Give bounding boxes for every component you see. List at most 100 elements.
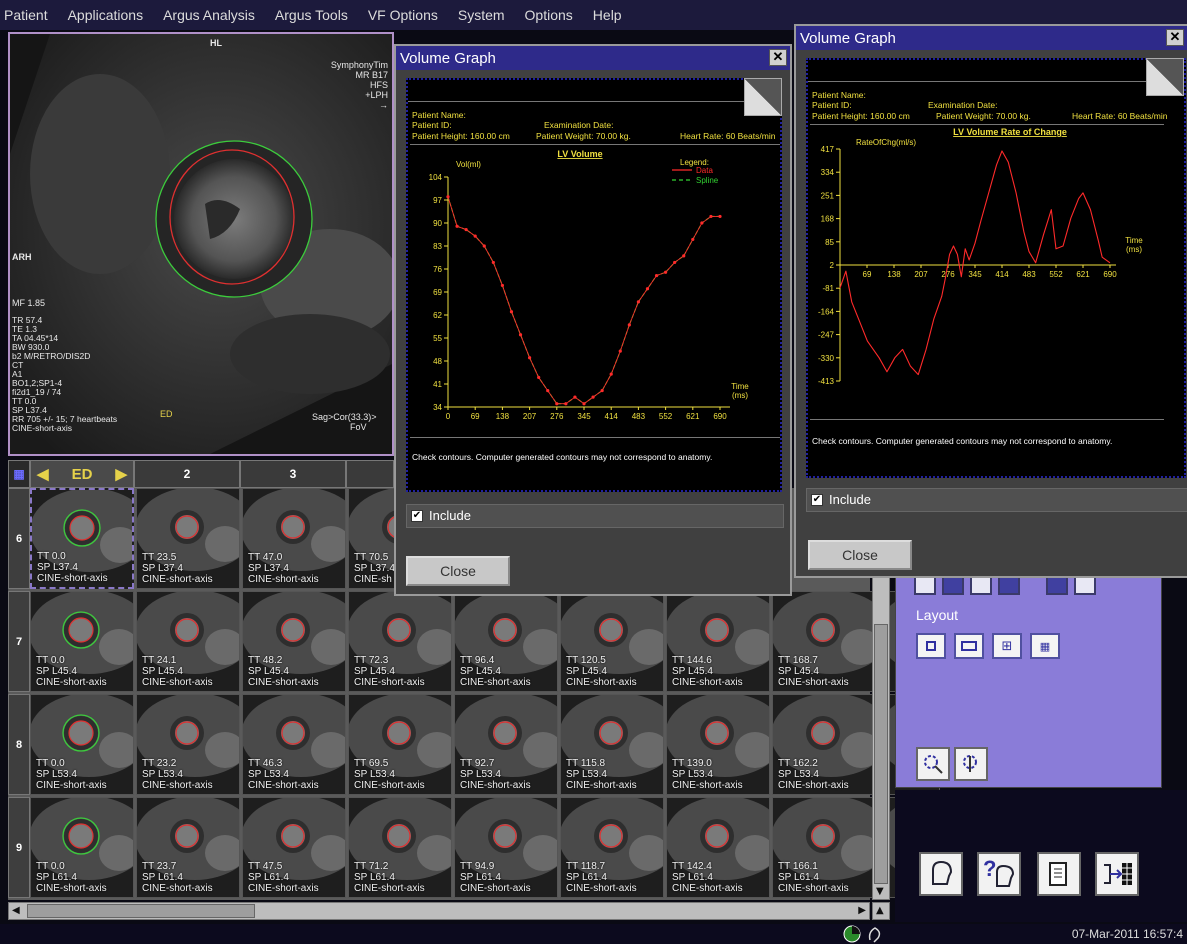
thumbnail-r8-c7[interactable]: TT 139.0 SP L53.4 CINE-short-axis bbox=[666, 694, 770, 795]
chart2-ylabel: RateOfChg(ml/s) bbox=[856, 138, 916, 147]
dialog-1-title-bar[interactable]: Volume Graph ✕ bbox=[396, 46, 790, 70]
thumbnail-r7-c8[interactable]: TT 168.7 SP L45.4 CINE-short-axis bbox=[772, 591, 876, 692]
menu-item-patient[interactable]: Patient bbox=[4, 7, 48, 23]
thumbnail-r7-c5[interactable]: TT 96.4 SP L45.4 CINE-short-axis bbox=[454, 591, 558, 692]
scroll-left-icon[interactable]: ◀ bbox=[12, 905, 20, 916]
thumbnail-r9-c1[interactable]: TT 0.0 SP L61.4 CINE-short-axis bbox=[30, 797, 134, 898]
menu-item-help[interactable]: Help bbox=[593, 7, 622, 23]
column-header-4[interactable] bbox=[346, 460, 394, 488]
dialog-1-close-button[interactable]: Close bbox=[406, 556, 510, 586]
menu-item-system[interactable]: System bbox=[458, 7, 505, 23]
report-button[interactable] bbox=[1037, 852, 1081, 896]
dialog-1-include-checkbox[interactable]: ✔ bbox=[411, 510, 423, 522]
thumbnail-r9-c8[interactable]: TT 166.1 SP L61.4 CINE-short-axis bbox=[772, 797, 876, 898]
scroll-up-small-icon[interactable]: ▲ bbox=[876, 905, 884, 916]
thumbnail-r7-c2[interactable]: TT 24.1 SP L45.4 CINE-short-axis bbox=[136, 591, 240, 692]
row-label-9[interactable]: 9 bbox=[8, 797, 30, 898]
row-label-6[interactable]: 6 bbox=[8, 488, 30, 589]
thumbnail-r6-c2[interactable]: TT 23.5 SP L37.4 CINE-short-axis bbox=[136, 488, 240, 589]
layout-2x2-button[interactable]: ⊞ bbox=[992, 633, 1022, 659]
menu-item-applications[interactable]: Applications bbox=[68, 7, 144, 23]
thumbnail-r9-c7[interactable]: TT 142.4 SP L61.4 CINE-short-axis bbox=[666, 797, 770, 898]
thumbnail-r7-c6[interactable]: TT 120.5 SP L45.4 CINE-short-axis bbox=[560, 591, 664, 692]
contour-tool-button[interactable] bbox=[916, 747, 950, 781]
contour-edit-button[interactable] bbox=[954, 747, 988, 781]
phase-selector[interactable]: ◀ ED ▶ bbox=[30, 460, 134, 488]
scroll-right-icon[interactable]: ▶ bbox=[858, 905, 866, 916]
thumbnail-r6-c1[interactable]: TT 0.0 SP L37.4 CINE-short-axis bbox=[30, 488, 134, 589]
thumbnail-r8-c2[interactable]: TT 23.2 SP L53.4 CINE-short-axis bbox=[136, 694, 240, 795]
chart1-ytick-label: 34 bbox=[433, 403, 442, 412]
dialog-2-close-button[interactable]: Close bbox=[808, 540, 912, 570]
grid-icon[interactable]: ▦ bbox=[8, 460, 30, 488]
dialog-2-include-row[interactable]: ✔ Include bbox=[806, 488, 1187, 512]
dialog-2-include-checkbox[interactable]: ✔ bbox=[811, 494, 823, 506]
scroll-down-icon[interactable]: ▼ bbox=[876, 886, 884, 897]
layout-1x1-button[interactable] bbox=[916, 633, 946, 659]
thumbnail-label: TT 70.5 SP L37.4 CINE-sh bbox=[354, 552, 395, 585]
dialog-2-report-header bbox=[808, 60, 1148, 82]
next-arrow-icon[interactable]: ▶ bbox=[115, 465, 127, 483]
prev-arrow-icon[interactable]: ◀ bbox=[37, 465, 49, 483]
thumbnail-r9-c4[interactable]: TT 71.2 SP L61.4 CINE-short-axis bbox=[348, 797, 452, 898]
column-header-2[interactable]: 2 bbox=[134, 460, 240, 488]
thumbnail-label: TT 24.1 SP L45.4 CINE-short-axis bbox=[142, 655, 213, 688]
layout-1x2-button[interactable] bbox=[954, 633, 984, 659]
menu-item-options[interactable]: Options bbox=[525, 7, 573, 23]
chart1-data-point bbox=[654, 273, 659, 278]
menu-item-vf-options[interactable]: VF Options bbox=[368, 7, 438, 23]
dialog-1-close-icon[interactable]: ✕ bbox=[769, 49, 787, 66]
row-label-7[interactable]: 7 bbox=[8, 591, 30, 692]
chart1-ytick-label: 48 bbox=[433, 357, 442, 366]
status-datetime: 07-Mar-2011 16:57:4 bbox=[1071, 927, 1183, 941]
help-button[interactable]: ? bbox=[977, 852, 1021, 896]
thumbnail-r8-c3[interactable]: TT 46.3 SP L53.4 CINE-short-axis bbox=[242, 694, 346, 795]
chart1-data-point bbox=[546, 388, 550, 393]
chart1-data-point bbox=[573, 395, 577, 399]
export-button[interactable] bbox=[1095, 852, 1139, 896]
menu-item-argus-tools[interactable]: Argus Tools bbox=[275, 7, 348, 23]
row-label-8[interactable]: 8 bbox=[8, 694, 30, 795]
layout-2x4-button[interactable]: ▦ bbox=[1030, 633, 1060, 659]
thumbnail-r8-c1[interactable]: TT 0.0 SP L53.4 CINE-short-axis bbox=[30, 694, 134, 795]
horizontal-scrollbar[interactable]: ◀ ▶ bbox=[8, 902, 870, 920]
chart1-ytick-label: 90 bbox=[433, 219, 442, 228]
menu-item-argus-analysis[interactable]: Argus Analysis bbox=[163, 7, 255, 23]
thumbnail-label: TT 115.8 SP L53.4 CINE-short-axis bbox=[566, 758, 637, 791]
column-header-3[interactable]: 3 bbox=[240, 460, 346, 488]
thumbnail-label: TT 162.2 SP L53.4 CINE-short-axis bbox=[778, 758, 849, 791]
thumbnail-r9-c5[interactable]: TT 94.9 SP L61.4 CINE-short-axis bbox=[454, 797, 558, 898]
head-profile-button[interactable] bbox=[919, 852, 963, 896]
thumbnail-r9-c3[interactable]: TT 47.5 SP L61.4 CINE-short-axis bbox=[242, 797, 346, 898]
thumbnail-r8-c5[interactable]: TT 92.7 SP L53.4 CINE-short-axis bbox=[454, 694, 558, 795]
thumbnail-r7-c1[interactable]: TT 0.0 SP L45.4 CINE-short-axis bbox=[30, 591, 134, 692]
thumbnail-r7-c7[interactable]: TT 144.6 SP L45.4 CINE-short-axis bbox=[666, 591, 770, 692]
thumbnail-r7-c3[interactable]: TT 48.2 SP L45.4 CINE-short-axis bbox=[242, 591, 346, 692]
chart1-data-point bbox=[537, 375, 541, 380]
chart1-data-point bbox=[609, 372, 613, 376]
chart1-xtick-label: 345 bbox=[577, 412, 591, 421]
thumbnail-r9-c6[interactable]: TT 118.7 SP L61.4 CINE-short-axis bbox=[560, 797, 664, 898]
vertical-scroll-thumb[interactable] bbox=[874, 624, 888, 884]
thumbnail-r7-c4[interactable]: TT 72.3 SP L45.4 CINE-short-axis bbox=[348, 591, 452, 692]
thumbnail-r6-c3[interactable]: TT 47.0 SP L37.4 CINE-short-axis bbox=[242, 488, 346, 589]
dialog-2-title-bar[interactable]: Volume Graph ✕ bbox=[796, 26, 1187, 50]
dialog-2-close-icon[interactable]: ✕ bbox=[1166, 29, 1184, 46]
thumbnail-r8-c4[interactable]: TT 69.5 SP L53.4 CINE-short-axis bbox=[348, 694, 452, 795]
network-status-icon bbox=[868, 927, 881, 943]
chart1-series-spline bbox=[447, 196, 720, 405]
chart2-xtick-label: 690 bbox=[1103, 270, 1117, 279]
chart2-xtick-label: 69 bbox=[863, 270, 872, 279]
chart1-data-point bbox=[591, 395, 595, 399]
dialog-2-patient-id: Patient ID: bbox=[812, 100, 852, 110]
dialog-2-include-label: Include bbox=[829, 492, 871, 507]
horizontal-scroll-thumb[interactable] bbox=[27, 904, 255, 918]
thumbnail-r8-c8[interactable]: TT 162.2 SP L53.4 CINE-short-axis bbox=[772, 694, 876, 795]
chart1-data-point bbox=[455, 224, 459, 228]
image-viewport[interactable]: HL SymphonyTim MR B17 HFS +LPH → ARH MF … bbox=[8, 32, 394, 456]
thumbnail-r9-c2[interactable]: TT 23.7 SP L61.4 CINE-short-axis bbox=[136, 797, 240, 898]
volume-graph-dialog-2: Volume Graph ✕ Patient Name: Patient ID:… bbox=[794, 24, 1187, 578]
thumbnail-r8-c6[interactable]: TT 115.8 SP L53.4 CINE-short-axis bbox=[560, 694, 664, 795]
chart1-data-point bbox=[645, 287, 650, 291]
dialog-1-include-row[interactable]: ✔ Include bbox=[406, 504, 784, 528]
